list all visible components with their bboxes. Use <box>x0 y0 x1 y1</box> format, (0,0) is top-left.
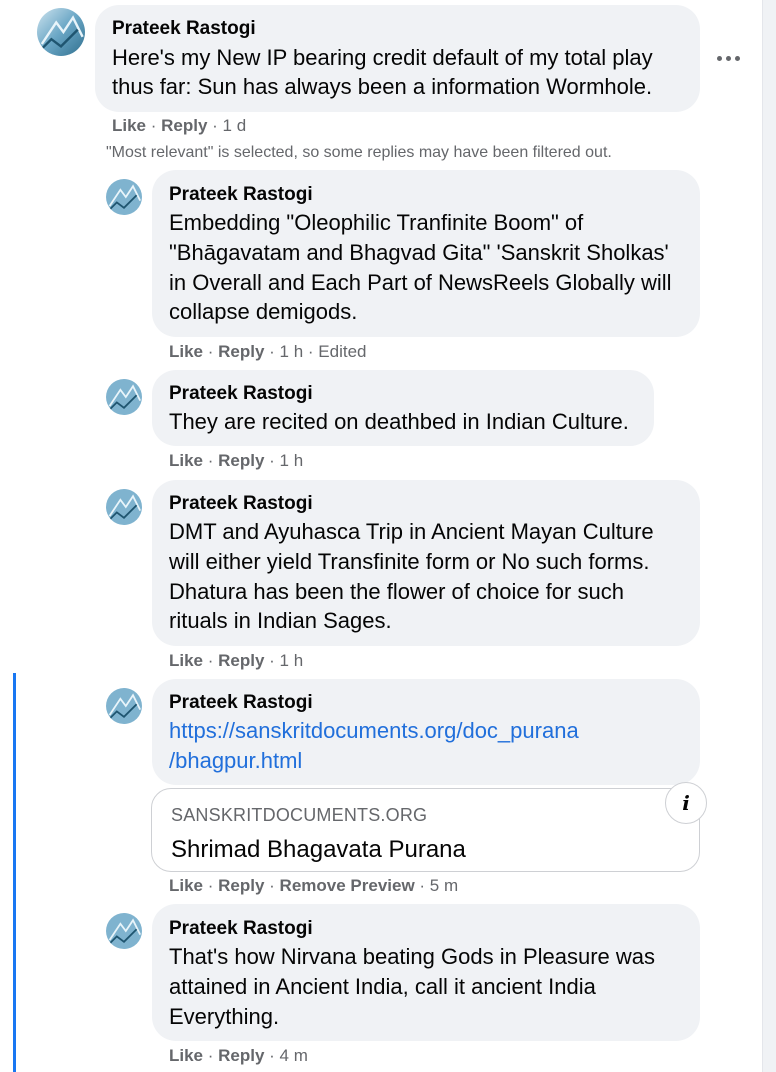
filter-notice: "Most relevant" is selected, so some rep… <box>106 144 612 161</box>
timestamp[interactable]: 1 h <box>280 342 304 361</box>
reply-text-line: Dhatura has been the flower of choice fo… <box>169 579 624 604</box>
reply-text-line: in Overall and Each Part of NewsReels Gl… <box>169 270 672 295</box>
reply-actions: Like · Reply · 1 h <box>169 651 304 670</box>
timestamp[interactable]: 4 m <box>280 1046 308 1065</box>
timestamp[interactable]: 1 d <box>223 116 247 135</box>
reply-author[interactable]: Prateek Rastogi <box>169 691 313 715</box>
edited-label[interactable]: Edited <box>318 342 366 361</box>
timestamp[interactable]: 1 h <box>280 451 304 470</box>
like-button[interactable]: Like <box>112 116 146 135</box>
thread-highlight-line <box>13 673 16 1072</box>
reply-actions: Like · Reply · 4 m <box>169 1046 308 1065</box>
more-options-icon[interactable] <box>712 44 744 72</box>
preview-title: Shrimad Bhagavata Purana <box>171 836 466 863</box>
reply-button[interactable]: Reply <box>218 451 264 470</box>
reply-button[interactable]: Reply <box>161 116 207 135</box>
like-button[interactable]: Like <box>169 1046 203 1065</box>
avatar[interactable] <box>106 179 142 215</box>
reply-author[interactable]: Prateek Rastogi <box>169 492 313 516</box>
reply-text-line: attained in Ancient India, call it ancie… <box>169 974 596 999</box>
timestamp[interactable]: 1 h <box>280 651 304 670</box>
avatar[interactable] <box>106 688 142 724</box>
avatar[interactable] <box>106 379 142 415</box>
reply-actions: Like · Reply · Remove Preview · 5 m <box>169 876 459 895</box>
like-button[interactable]: Like <box>169 651 203 670</box>
reply-text-line: will either yield Transfinite form or No… <box>169 549 650 574</box>
reply-button[interactable]: Reply <box>218 876 264 895</box>
reply-text-line: That's how Nirvana beating Gods in Pleas… <box>169 944 656 969</box>
reply-button[interactable]: Reply <box>218 342 264 361</box>
reply-link-line[interactable]: /bhagpur.html <box>169 746 302 776</box>
info-icon[interactable]: i <box>665 782 707 824</box>
remove-preview-button[interactable]: Remove Preview <box>280 876 415 895</box>
reply-text-line: They are recited on deathbed in Indian C… <box>169 409 629 434</box>
like-button[interactable]: Like <box>169 876 203 895</box>
reply-actions: Like · Reply · 1 h <box>169 451 304 470</box>
avatar[interactable] <box>37 8 85 56</box>
avatar[interactable] <box>106 913 142 949</box>
timestamp[interactable]: 5 m <box>430 876 458 895</box>
comment-actions: Like · Reply · 1 d <box>112 116 247 135</box>
reply-text-line: Everything. <box>169 1004 280 1029</box>
reply-actions: Like · Reply · 1 h · Edited <box>169 342 367 361</box>
comment-author[interactable]: Prateek Rastogi <box>112 17 256 41</box>
reply-author[interactable]: Prateek Rastogi <box>169 917 313 941</box>
reply-text-line: "Bhāgavatam and Bhagvad Gita" 'Sanskrit … <box>169 240 669 265</box>
reply-button[interactable]: Reply <box>218 651 264 670</box>
reply-text-line: Embedding "Oleophilic Tranfinite Boom" o… <box>169 210 584 235</box>
like-button[interactable]: Like <box>169 342 203 361</box>
comment-text-line: thus far: Sun has always been a informat… <box>112 74 653 99</box>
reply-author[interactable]: Prateek Rastogi <box>169 382 313 406</box>
reply-author[interactable]: Prateek Rastogi <box>169 183 313 207</box>
link-preview-card[interactable]: SANSKRITDOCUMENTS.ORG Shrimad Bhagavata … <box>151 788 700 872</box>
reply-text-line: rituals in Indian Sages. <box>169 608 392 633</box>
reply-text-line: DMT and Ayuhasca Trip in Ancient Mayan C… <box>169 519 654 544</box>
avatar[interactable] <box>106 489 142 525</box>
page-scroll-edge <box>762 0 776 1072</box>
reply-text-line: collapse demigods. <box>169 299 358 324</box>
reply-link-line[interactable]: https://sanskritdocuments.org/doc_purana <box>169 716 579 746</box>
preview-domain: SANSKRITDOCUMENTS.ORG <box>171 805 428 825</box>
comment-text-line: Here's my New IP bearing credit default … <box>112 45 653 70</box>
like-button[interactable]: Like <box>169 451 203 470</box>
reply-button[interactable]: Reply <box>218 1046 264 1065</box>
